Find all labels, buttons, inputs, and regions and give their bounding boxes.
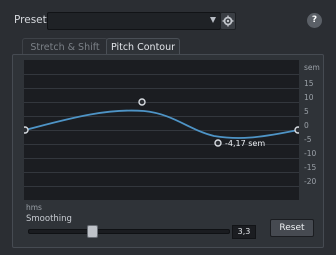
y-tick-label: -15 — [304, 163, 317, 172]
pitch-contour-curve[interactable] — [24, 60, 299, 200]
tab-pitch-contour[interactable]: Pitch Contour — [106, 38, 180, 55]
contour-point — [24, 126, 29, 134]
gear-icon — [222, 15, 234, 27]
presets-dropdown[interactable] — [47, 12, 221, 30]
contour-point-selected — [214, 139, 222, 147]
x-axis-unit: hms — [26, 203, 42, 212]
y-tick-label: 0 — [304, 121, 309, 130]
y-axis-unit: sem — [304, 63, 320, 72]
contour-point — [138, 98, 146, 106]
presets-bar: Presets ? — [0, 0, 336, 38]
preset-settings-button[interactable] — [220, 12, 236, 30]
help-button[interactable]: ? — [307, 13, 322, 28]
contour-point — [294, 126, 299, 134]
selected-point-label: -4,17 sem — [225, 139, 266, 148]
smoothing-slider-track[interactable] — [28, 229, 230, 234]
smoothing-slider-thumb[interactable] — [87, 225, 98, 238]
smoothing-value[interactable]: 3,3 — [232, 225, 256, 239]
tab-stretch-shift[interactable]: Stretch & Shift — [22, 38, 108, 55]
y-tick-label: 5 — [304, 107, 309, 116]
chevron-down-icon — [210, 17, 216, 23]
y-tick-label: 15 — [304, 79, 314, 88]
contour-line — [24, 109, 299, 139]
y-tick-label: -5 — [304, 135, 312, 144]
y-tick-label: -10 — [304, 149, 317, 158]
y-tick-label: 10 — [304, 93, 314, 102]
y-tick-label: -20 — [304, 177, 317, 186]
reset-button[interactable]: Reset — [270, 219, 314, 237]
smoothing-label: Smoothing — [26, 214, 72, 224]
